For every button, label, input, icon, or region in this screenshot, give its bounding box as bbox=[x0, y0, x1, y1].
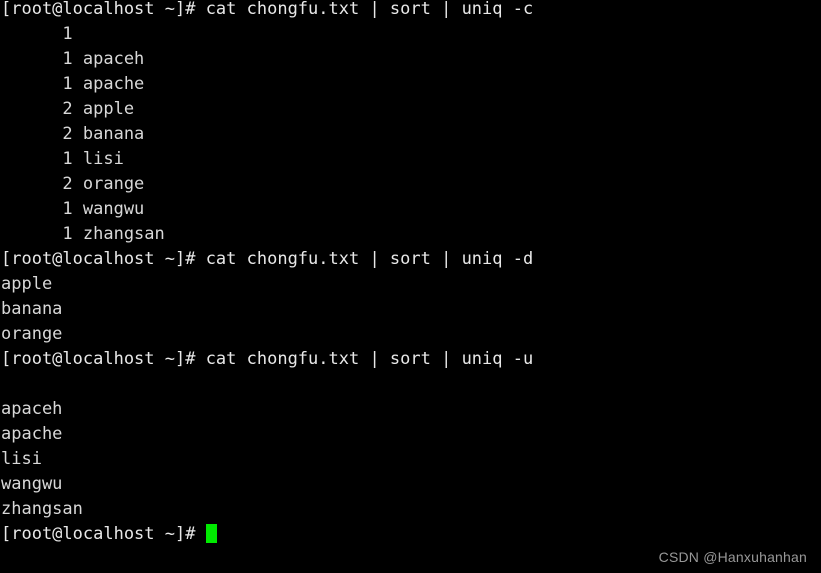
terminal-output-line: banana bbox=[1, 299, 63, 319]
terminal-screen: [root@localhost ~]# cat chongfu.txt | so… bbox=[0, 0, 821, 547]
text-cursor bbox=[205, 524, 217, 543]
terminal-output-line: wangwu bbox=[1, 474, 63, 494]
terminal-output-line: 1 wangwu bbox=[1, 199, 145, 219]
terminal-output-line: apaceh bbox=[1, 399, 63, 419]
terminal-output-line: 1 zhangsan bbox=[1, 224, 165, 244]
terminal-output-line: 2 apple bbox=[1, 99, 135, 119]
terminal-output-line: lisi bbox=[1, 449, 42, 469]
terminal-command-line: [root@localhost ~]# cat chongfu.txt | so… bbox=[1, 249, 534, 269]
terminal-output-line: zhangsan bbox=[1, 499, 83, 519]
terminal-output-line: apache bbox=[1, 424, 63, 444]
terminal-command-line: [root@localhost ~]# cat chongfu.txt | so… bbox=[1, 349, 534, 369]
terminal-command-line: [root@localhost ~]# cat chongfu.txt | so… bbox=[1, 0, 534, 19]
terminal-output-line: 1 lisi bbox=[1, 149, 124, 169]
terminal-output-line: 1 apache bbox=[1, 74, 145, 94]
terminal-output-line: orange bbox=[1, 324, 63, 344]
terminal-output-line: 2 banana bbox=[1, 124, 145, 144]
terminal-output-line: 1 apaceh bbox=[1, 49, 145, 69]
terminal-active-prompt-line[interactable]: [root@localhost ~]# bbox=[0, 522, 821, 547]
terminal-window[interactable]: [root@localhost ~]# cat chongfu.txt | so… bbox=[0, 0, 821, 573]
shell-prompt: [root@localhost ~]# bbox=[1, 524, 206, 544]
watermark-label: CSDN @Hanxuhanhan bbox=[658, 549, 807, 565]
terminal-output-line: 1 bbox=[1, 24, 73, 44]
terminal-output-line: apple bbox=[1, 274, 53, 294]
terminal-output-line: 2 orange bbox=[1, 174, 145, 194]
